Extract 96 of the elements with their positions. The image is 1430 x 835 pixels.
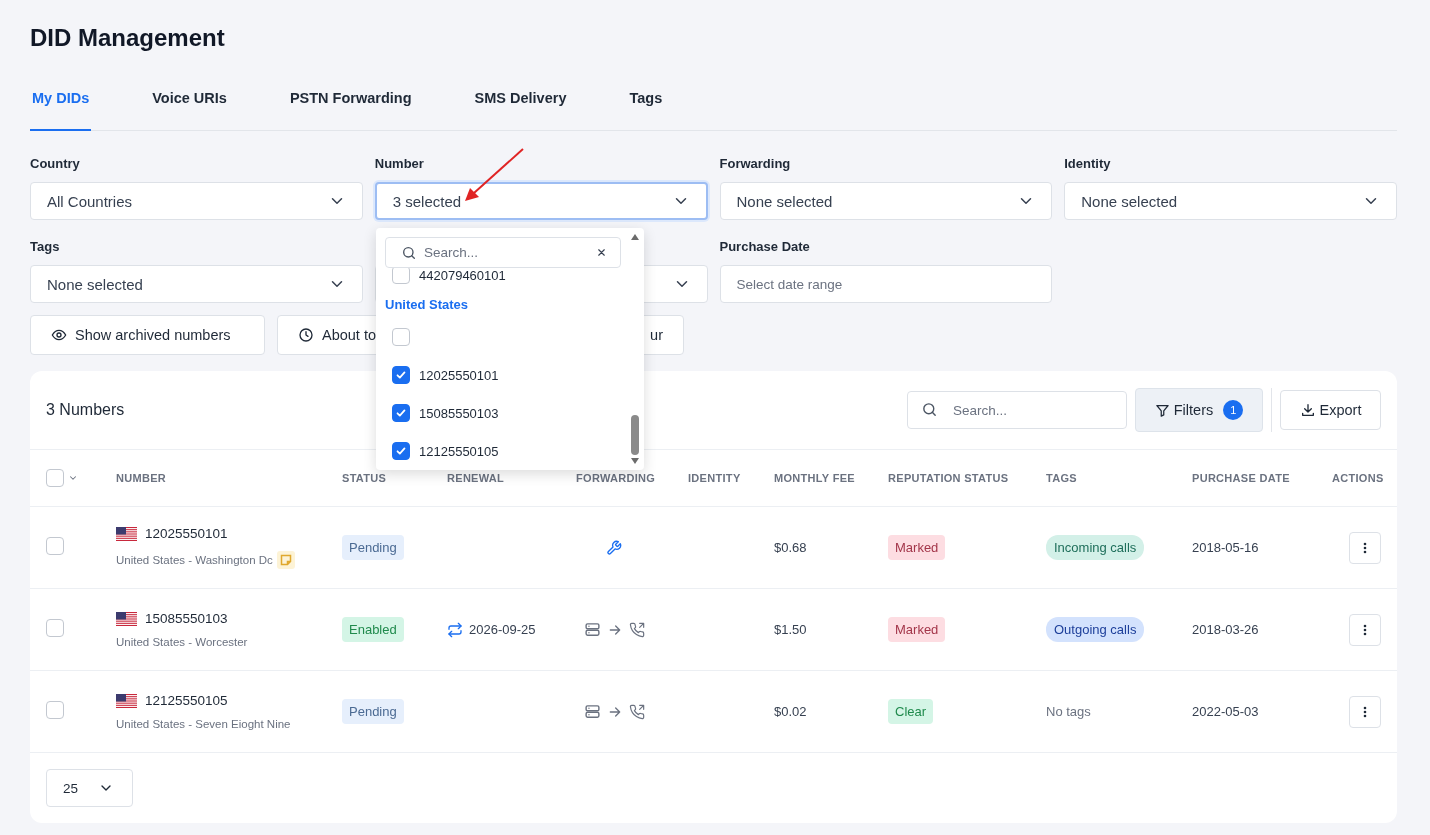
filters-button[interactable]: Filters 1 [1135,388,1263,432]
checkbox[interactable] [392,328,410,346]
purchase-date: 2022-05-03 [1192,704,1260,719]
tag-chip: Incoming calls [1046,535,1145,560]
field-label: Tags [30,238,61,255]
field-label: Purchase Date [719,238,811,255]
checkbox[interactable] [392,404,410,422]
flag-icon [116,611,137,626]
column-header: PURCHASE DATE [1192,472,1291,484]
phone-number: 12125550105 [145,693,228,708]
repeat-icon [447,621,463,638]
group-label: United States [384,295,470,314]
search-icon [921,401,938,418]
row-checkbox[interactable] [46,701,64,719]
monthly-fee: $0.68 [774,540,808,555]
page-size-select[interactable]: 25 [46,769,133,807]
purchase-date: 2018-03-26 [1192,622,1260,637]
location-text: United States - Seven Eioght Nine [116,718,291,730]
column-header: MONTHLY FEE [774,472,856,484]
tab[interactable]: My DIDs [30,85,92,131]
flag-icon [116,526,137,541]
wrench-icon [606,539,622,556]
date-range-field[interactable]: Select date range [719,265,1053,303]
column-header: ACTIONS [1332,472,1384,484]
phone-number: 12025550101 [145,526,228,541]
more-icon [1363,541,1367,554]
count-badge: 1 [1223,400,1244,420]
actions-button[interactable] [1349,695,1381,728]
close-icon [596,247,607,258]
phone-icon [629,621,645,638]
tab[interactable]: PSTN Forwarding [287,85,414,131]
status-badge: Pending [342,699,404,724]
filter-button[interactable]: Show archived numbers [30,315,265,355]
select-field[interactable]: None selected [1064,182,1397,220]
flag-icon [116,693,137,708]
empty-tags-text: No tags [1046,703,1092,721]
column-header: FORWARDING [576,472,657,484]
select-field[interactable]: None selected [719,182,1053,220]
field-label: Forwarding [719,155,792,172]
monthly-fee: $1.50 [774,622,808,637]
server-icon [584,703,601,720]
status-badge: Pending [342,535,404,560]
column-header: IDENTITY [688,472,742,484]
reputation-badge: Clear [888,699,934,724]
purchase-date: 2018-05-16 [1192,540,1260,555]
search-icon [401,245,417,261]
option-label[interactable]: 12025550101 [419,367,499,383]
download-icon [1299,402,1316,418]
page-title: DID Management [30,23,226,52]
select-field[interactable]: None selected [30,265,363,303]
row-checkbox[interactable] [46,619,64,637]
more-icon [1363,705,1367,718]
field-label: Number [374,155,425,172]
phone-icon [629,703,645,720]
tab[interactable]: Voice URIs [150,85,229,131]
select-all-checkbox[interactable] [46,469,64,487]
column-header: STATUS [342,472,388,484]
select-field[interactable]: All Countries [30,182,363,220]
column-header: NUMBER [116,472,168,484]
tab[interactable]: SMS Delivery [472,85,569,131]
field-label: Country [30,155,81,172]
option-label[interactable]: 12125550105 [419,443,499,459]
funnel-icon [1154,402,1170,418]
column-header: TAGS [1046,472,1078,484]
annotation-arrow [465,148,524,201]
server-icon [584,621,601,638]
option-label[interactable]: 15085550103 [419,405,499,421]
field-label: Identity [1064,155,1112,172]
location-text: United States - Washington Dc [116,554,273,566]
search-field[interactable]: Search... [907,391,1127,429]
monthly-fee: $0.02 [774,704,808,719]
export-button[interactable]: Export [1280,390,1381,430]
scrollbar[interactable] [630,232,640,466]
phone-number: 15085550103 [145,611,228,626]
checkbox[interactable] [392,442,410,460]
tab[interactable]: Tags [627,85,665,131]
renewal-date: 2026-09-25 [469,622,536,637]
select-field[interactable]: 3 selected [374,182,708,220]
actions-button[interactable] [1349,613,1381,646]
result-count: 3 Numbers [46,401,125,419]
actions-button[interactable] [1349,531,1381,564]
tag-chip: Outgoing calls [1046,617,1145,642]
clock-icon [298,327,314,343]
checkbox[interactable] [392,366,410,384]
status-badge: Enabled [342,617,404,642]
more-icon [1363,623,1367,636]
column-header: REPUTATION STATUS [888,472,1010,484]
caret-icon [68,473,78,483]
reputation-badge: Marked [888,535,946,560]
search-field[interactable]: Search... [385,237,621,268]
option-label[interactable]: 442079460101 [419,267,506,283]
eye-icon [51,327,67,343]
reputation-badge: Marked [888,617,946,642]
location-text: United States - Worcester [116,636,248,648]
column-header: RENEWAL [447,472,506,484]
row-checkbox[interactable] [46,537,64,555]
